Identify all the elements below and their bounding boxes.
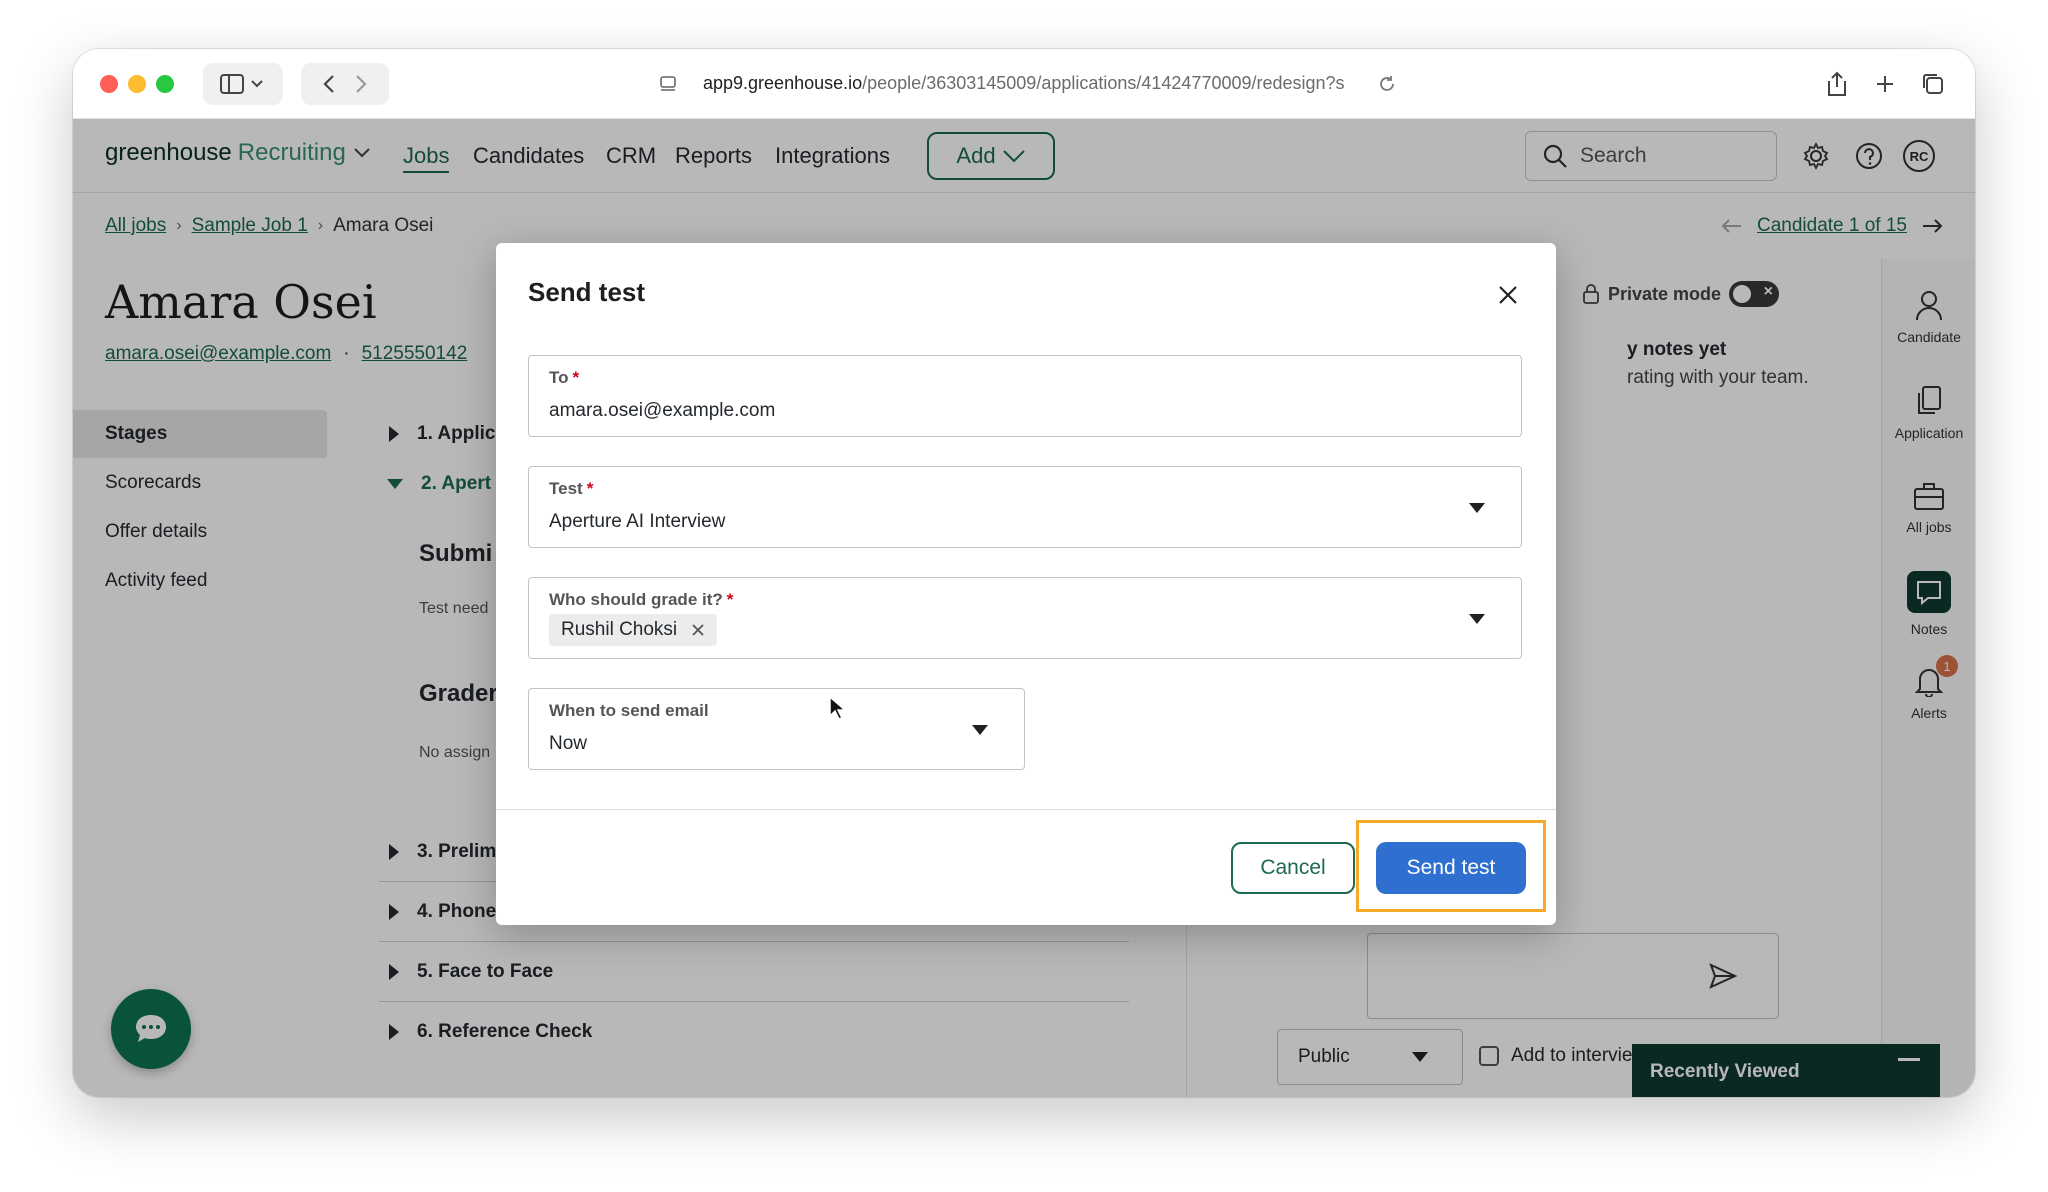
send-test-modal: Send test To * amara.osei@example.com Tes… (496, 243, 1556, 925)
required-marker: * (726, 590, 734, 609)
modal-close-button[interactable] (1494, 281, 1522, 309)
cancel-button[interactable]: Cancel (1231, 842, 1355, 894)
send-time-select[interactable]: When to send email Now (528, 688, 1025, 770)
new-tab-button[interactable] (1865, 63, 1905, 105)
send-time-label: When to send email (549, 701, 709, 720)
mouse-cursor-icon (829, 695, 846, 720)
to-field[interactable]: To * amara.osei@example.com (528, 355, 1522, 437)
caret-down-icon (1469, 503, 1485, 513)
share-icon (1828, 71, 1846, 96)
page-settings-icon[interactable] (659, 75, 679, 93)
address-bar[interactable]: app9.greenhouse.io/people/36303145009/ap… (643, 63, 1411, 105)
sidebar-toggle-button[interactable] (203, 63, 283, 105)
browser-window: app9.greenhouse.io/people/36303145009/ap… (73, 49, 1975, 1097)
caret-down-icon (972, 725, 988, 735)
to-value: amara.osei@example.com (549, 400, 776, 421)
send-time-value: Now (549, 733, 588, 754)
history-nav-group (301, 63, 389, 105)
back-arrow-icon[interactable] (315, 73, 345, 95)
tab-overview-button[interactable] (1913, 63, 1953, 105)
grader-label: Who should grade it? * (549, 590, 734, 609)
to-label: To * (549, 368, 580, 387)
remove-chip-icon[interactable] (691, 623, 705, 637)
minimize-window-button[interactable] (128, 75, 146, 93)
plus-icon (1877, 76, 1893, 92)
share-button[interactable] (1817, 63, 1857, 105)
forward-arrow-icon[interactable] (345, 73, 375, 95)
url-text: app9.greenhouse.io/people/36303145009/ap… (703, 73, 1345, 93)
required-marker: * (586, 479, 594, 498)
grader-chip: Rushil Choksi (549, 614, 718, 646)
close-icon (1499, 286, 1517, 304)
zoom-window-button[interactable] (156, 75, 174, 93)
test-label: Test * (549, 479, 594, 498)
caret-down-icon (1469, 614, 1485, 624)
test-value: Aperture AI Interview (549, 511, 726, 532)
test-select[interactable]: Test * Aperture AI Interview (528, 466, 1522, 548)
tabs-icon (1923, 74, 1943, 94)
modal-title: Send test (528, 277, 646, 307)
sidebar-icon (220, 74, 263, 94)
reload-icon[interactable] (1377, 74, 1397, 94)
required-marker: * (572, 368, 580, 387)
send-test-button[interactable]: Send test (1376, 842, 1526, 894)
modal-footer: Cancel Send test (496, 809, 1556, 925)
grader-select[interactable]: Who should grade it? * Rushil Choksi (528, 577, 1522, 659)
close-window-button[interactable] (100, 75, 118, 93)
browser-toolbar: app9.greenhouse.io/people/36303145009/ap… (73, 49, 1975, 119)
